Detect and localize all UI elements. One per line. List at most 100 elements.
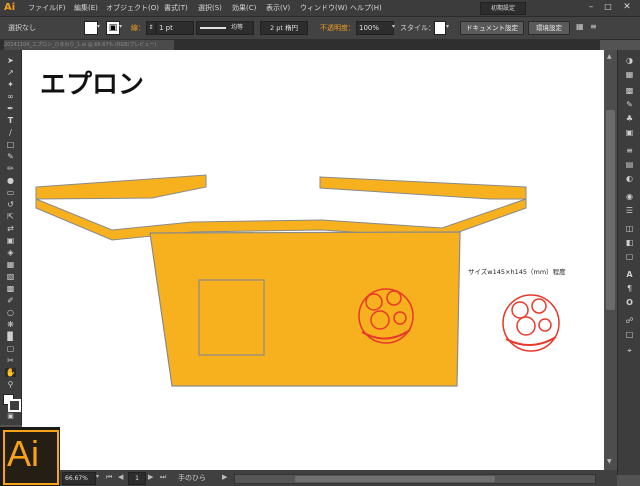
menu-file[interactable]: ファイル(F) [28, 3, 66, 13]
style-label: スタイル： [400, 24, 435, 32]
vertical-scrollbar[interactable]: ▲ ▼ [604, 50, 617, 470]
slice-tool-icon[interactable]: ✂ [5, 356, 16, 365]
document-setup-button[interactable]: ドキュメント設定 [460, 21, 524, 35]
appearance-panel-icon[interactable]: ◉ [623, 192, 636, 202]
first-artboard-icon[interactable]: ⏮ [106, 473, 112, 482]
column-graph-tool-icon[interactable]: ▉ [5, 332, 16, 341]
menu-help[interactable]: ヘルプ(H) [350, 3, 382, 13]
scroll-down-icon[interactable]: ▼ [607, 458, 614, 465]
rotate-tool-icon[interactable]: ↺ [5, 200, 16, 209]
opacity-dropdown-icon[interactable]: ▾ [392, 23, 395, 30]
links-panel-icon[interactable]: ☍ [623, 316, 636, 326]
brush-select[interactable]: 2 pt 楕円 [260, 21, 308, 35]
selection-tool-icon[interactable]: ➤ [5, 56, 16, 65]
opacity-field[interactable]: 100% [356, 21, 394, 35]
blend-tool-icon[interactable]: ○ [5, 308, 16, 317]
color-guide-icon[interactable]: ▦ [623, 70, 636, 80]
character-panel-icon[interactable]: A [623, 270, 636, 280]
paragraph-panel-icon[interactable]: ¶ [623, 284, 636, 294]
tools-panel: ➤ ↗ ✦ ∞ ✒ T ∕ □ ✎ ✏ ● ▭ ↺ ⇱ ⇄ ▣ ◈ ▦ ▧ ▩ … [0, 50, 22, 425]
pencil-tool-icon[interactable]: ✏ [5, 164, 16, 173]
width-tool-icon[interactable]: ⇄ [5, 224, 16, 233]
artboard-canvas[interactable]: エプロン サイズw145×h145（mm）程度 [22, 50, 604, 470]
scale-tool-icon[interactable]: ⇱ [5, 212, 16, 221]
drawing-mode-icon[interactable]: ▣ [5, 412, 16, 421]
menu-object[interactable]: オブジェクト(O) [106, 3, 159, 13]
opentype-panel-icon[interactable]: O [623, 298, 636, 308]
free-transform-tool-icon[interactable]: ▣ [5, 236, 16, 245]
menu-view[interactable]: 表示(V) [266, 3, 290, 13]
zoom-tool-icon[interactable]: ⚲ [5, 380, 16, 389]
panel-menu-icon[interactable]: ≡ [590, 21, 600, 33]
scroll-thumb[interactable] [606, 110, 615, 310]
horizontal-scroll-thumb[interactable] [295, 476, 495, 482]
align-panel-icon[interactable]: ◫ [623, 224, 636, 234]
illustrator-logo-text: Ai [7, 433, 40, 474]
line-tool-icon[interactable]: ∕ [5, 128, 16, 137]
preferences-button[interactable]: 環境設定 [528, 21, 570, 35]
artboard-tool-icon[interactable]: ▢ [5, 344, 16, 353]
last-artboard-icon[interactable]: ⏭ [160, 473, 166, 482]
swatches-panel-icon[interactable]: ▩ [623, 86, 636, 96]
maximize-icon[interactable]: □ [602, 0, 614, 14]
magic-wand-tool-icon[interactable]: ✦ [5, 80, 16, 89]
gradient-panel-icon[interactable]: ▤ [623, 160, 636, 170]
stroke-weight-stepper[interactable]: ⇕ [146, 21, 156, 35]
symbol-sprayer-tool-icon[interactable]: ❋ [5, 320, 16, 329]
shape-builder-tool-icon[interactable]: ◈ [5, 248, 16, 257]
eyedropper-tool-icon[interactable]: ✐ [5, 296, 16, 305]
rectangle-tool-icon[interactable]: □ [5, 140, 16, 149]
menu-type[interactable]: 書式(T) [164, 3, 188, 13]
close-icon[interactable]: ✕ [620, 0, 634, 14]
color-panel-icon[interactable]: ◑ [623, 56, 636, 66]
opacity-label[interactable]: 不透明度： [320, 23, 355, 33]
arrange-icon[interactable]: ▦ [576, 21, 586, 33]
blob-brush-tool-icon[interactable]: ● [5, 176, 16, 185]
gradient-tool-icon[interactable]: ▩ [5, 284, 16, 293]
artboard-number-field[interactable]: 1 [128, 472, 146, 485]
stroke-swatch[interactable]: ▣ [106, 21, 120, 35]
zoom-field[interactable]: 66.67% [62, 472, 96, 485]
direct-selection-tool-icon[interactable]: ↗ [5, 68, 16, 77]
stroke-dropdown-icon[interactable]: ▾ [119, 21, 125, 33]
menu-window[interactable]: ウィンドウ(W) [300, 3, 347, 13]
paintbrush-tool-icon[interactable]: ✎ [5, 152, 16, 161]
stroke-style-select[interactable]: 均等 [196, 21, 254, 35]
style-dropdown-icon[interactable]: ▾ [446, 23, 449, 30]
workspace-switcher[interactable]: 初期設定 [480, 2, 526, 15]
perspective-grid-tool-icon[interactable]: ▦ [5, 260, 16, 269]
eraser-tool-icon[interactable]: ▭ [5, 188, 16, 197]
type-tool-icon[interactable]: T [5, 116, 16, 125]
transform-panel-icon[interactable]: ▢ [623, 252, 636, 262]
selection-status: 選択なし [8, 24, 36, 32]
pen-tool-icon[interactable]: ✒ [5, 104, 16, 113]
fill-dropdown-icon[interactable]: ▾ [97, 21, 103, 33]
lasso-tool-icon[interactable]: ∞ [5, 92, 16, 101]
prev-artboard-icon[interactable]: ◀ [118, 473, 123, 481]
artboards-panel-icon[interactable]: □ [623, 330, 636, 340]
next-artboard-icon[interactable]: ▶ [148, 473, 153, 481]
stroke-panel-icon[interactable]: ≡ [623, 146, 636, 156]
navigator-panel-icon[interactable]: ⌖ [623, 346, 636, 356]
symbols-panel-icon[interactable]: ♣ [623, 114, 636, 124]
menu-select[interactable]: 選択(S) [198, 3, 222, 13]
scroll-up-icon[interactable]: ▲ [607, 53, 614, 60]
menu-edit[interactable]: 編集(E) [74, 3, 98, 13]
brushes-panel-icon[interactable]: ✎ [623, 100, 636, 110]
status-menu-icon[interactable]: ▶ [222, 473, 227, 481]
mesh-tool-icon[interactable]: ▧ [5, 272, 16, 281]
stroke-color-icon[interactable] [8, 399, 21, 412]
document-tab[interactable]: 20141104_エプロン_ひまわり_1.ai @ 66.67% (RGB/プレ… [4, 40, 174, 50]
zoom-dropdown-icon[interactable]: ▾ [96, 473, 99, 480]
stroke-weight-field[interactable]: 1 pt [156, 21, 194, 35]
minimize-icon[interactable]: – [585, 0, 597, 14]
graphic-styles-icon[interactable]: ▣ [623, 128, 636, 138]
graphic-style-swatch[interactable] [434, 21, 446, 35]
transparency-panel-icon[interactable]: ◐ [623, 174, 636, 184]
menu-effect[interactable]: 効果(C) [232, 3, 256, 13]
fill-swatch[interactable] [84, 21, 98, 35]
hand-tool-icon[interactable]: ✋ [5, 368, 16, 377]
pathfinder-panel-icon[interactable]: ◧ [623, 238, 636, 248]
layers-panel-icon[interactable]: ☰ [623, 206, 636, 216]
horizontal-scrollbar[interactable] [234, 474, 596, 484]
